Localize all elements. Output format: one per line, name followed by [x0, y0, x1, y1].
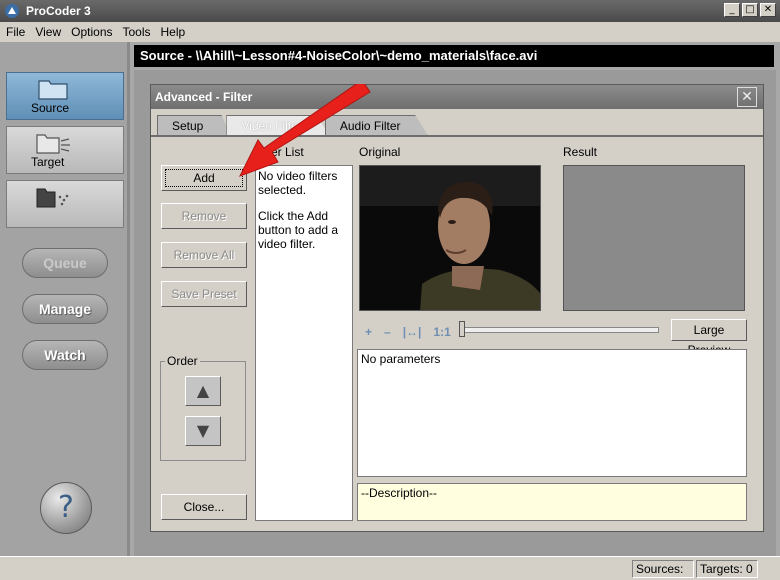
sources-count: Sources: 1	[632, 560, 694, 580]
nav-source-tile[interactable]: Source	[6, 72, 124, 120]
description-text: --Description--	[361, 486, 438, 500]
parameters-text: No parameters	[361, 352, 441, 366]
remove-all-button[interactable]: Remove All	[161, 242, 247, 268]
left-nav: Source Target Queue Manage Watch ?	[0, 42, 130, 556]
advanced-filter-dialog: Advanced - Filter ✕ Setup Video Filter A…	[150, 84, 764, 532]
status-bar: Sources: 1 Targets: 0	[0, 556, 780, 580]
description-panel: --Description--	[357, 483, 747, 521]
filter-list-label: Filter List	[255, 145, 304, 159]
target-folder-icon	[36, 134, 70, 154]
close-button[interactable]: Close...	[161, 494, 247, 520]
menu-tools[interactable]: Tools	[123, 25, 151, 39]
parameters-panel: No parameters	[357, 349, 747, 477]
video-frame-image	[360, 166, 540, 310]
menu-file[interactable]: File	[6, 25, 25, 39]
original-preview	[359, 165, 541, 311]
result-preview	[563, 165, 745, 311]
preview-controls: + – |↔| 1:1	[365, 325, 451, 339]
filter-list-empty-text: No video filters selected.	[258, 169, 338, 197]
window-titlebar: ProCoder 3 _ □ ✕	[0, 0, 780, 22]
fit-icon[interactable]: |↔|	[403, 325, 422, 339]
source-path-bar: Source - \\Ahill\~Lesson#4-NoiseColor\~d…	[134, 45, 774, 67]
watch-button[interactable]: Watch	[22, 340, 108, 370]
large-preview-button[interactable]: Large Preview	[671, 319, 747, 357]
zoom-out-icon[interactable]: –	[384, 325, 391, 339]
order-group: Order ▲ ▼	[160, 354, 246, 461]
folder-icon	[38, 80, 68, 100]
tab-audio-filter[interactable]: Audio Filter	[324, 115, 428, 135]
menu-help[interactable]: Help	[161, 25, 186, 39]
maximize-button[interactable]: □	[742, 3, 758, 17]
original-label: Original	[359, 145, 401, 159]
window-title: ProCoder 3	[26, 4, 91, 18]
nav-target-tile[interactable]: Target	[6, 126, 124, 174]
preview-slider-track[interactable]	[463, 327, 659, 333]
remove-button[interactable]: Remove	[161, 203, 247, 229]
queue-button[interactable]: Queue	[22, 248, 108, 278]
menu-options[interactable]: Options	[71, 25, 112, 39]
tab-video-filter[interactable]: Video Filter	[226, 115, 329, 135]
add-button[interactable]: Add	[161, 165, 247, 191]
dialog-close-icon[interactable]: ✕	[737, 87, 757, 107]
manage-button[interactable]: Manage	[22, 294, 108, 324]
nav-target-label: Target	[31, 155, 65, 169]
zoom-in-icon[interactable]: +	[365, 325, 372, 339]
minimize-button[interactable]: _	[724, 3, 740, 17]
tab-divider	[151, 135, 763, 137]
result-label: Result	[563, 145, 598, 159]
dialog-tabs: Setup Video Filter Audio Filter	[157, 115, 428, 135]
targets-count: Targets: 0	[696, 560, 758, 578]
dialog-title: Advanced - Filter	[151, 85, 763, 109]
close-window-button[interactable]: ✕	[760, 3, 776, 17]
order-label: Order	[165, 354, 200, 368]
tab-setup[interactable]: Setup	[157, 115, 231, 135]
convert-icon	[36, 188, 69, 208]
filter-list[interactable]: No video filters selected. Click the Add…	[255, 165, 353, 521]
nav-source-label: Source	[31, 101, 70, 115]
help-icon[interactable]: ?	[40, 482, 92, 534]
filter-list-hint: Click the Add button to add a video filt…	[258, 209, 339, 251]
move-down-icon[interactable]: ▼	[185, 416, 221, 446]
menu-bar: File View Options Tools Help	[0, 22, 780, 42]
preview-slider-thumb[interactable]	[459, 321, 465, 337]
save-preset-button[interactable]: Save Preset	[161, 281, 247, 307]
move-up-icon[interactable]: ▲	[185, 376, 221, 406]
actual-size-icon[interactable]: 1:1	[433, 325, 450, 339]
procoder-app-icon	[5, 4, 19, 18]
menu-view[interactable]: View	[35, 25, 61, 39]
nav-convert-tile[interactable]	[6, 180, 124, 228]
